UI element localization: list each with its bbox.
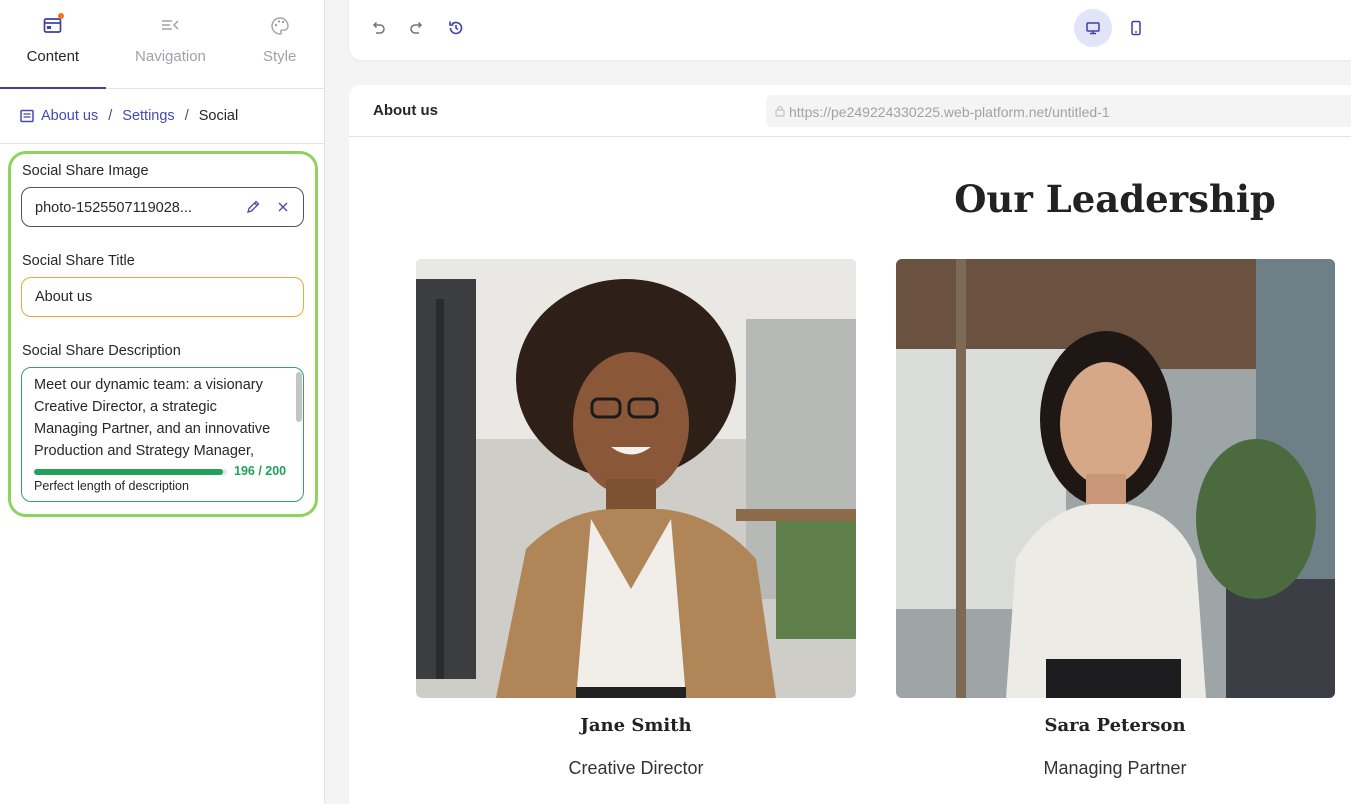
close-icon[interactable] bbox=[275, 199, 291, 215]
tab-content-label: Content bbox=[26, 48, 80, 65]
editor-toolbar bbox=[349, 0, 1351, 60]
character-progress-bar bbox=[34, 469, 227, 475]
breadcrumb-settings[interactable]: Settings bbox=[122, 108, 174, 124]
desktop-view-button[interactable] bbox=[1074, 9, 1112, 47]
page-icon bbox=[20, 109, 34, 123]
tab-navigation-label: Navigation bbox=[135, 48, 206, 65]
social-title-value: About us bbox=[35, 289, 93, 305]
editor-tabs: Content Navigation Style bbox=[0, 0, 324, 89]
social-description-textarea[interactable]: Meet our dynamic team: a visionary Creat… bbox=[21, 367, 304, 502]
section-heading: Our Leadership bbox=[954, 177, 1276, 221]
social-settings-panel: Social Share Image photo-1525507119028..… bbox=[8, 151, 318, 517]
url-text: https://pe249224330225.web-platform.net/… bbox=[789, 104, 1110, 120]
person-role: Managing Partner bbox=[1043, 758, 1187, 778]
description-hint: Perfect length of description bbox=[34, 479, 189, 493]
page-preview: About us https://pe249224330225.web-plat… bbox=[349, 85, 1351, 804]
scrollbar[interactable] bbox=[294, 368, 303, 458]
tab-style[interactable]: Style bbox=[235, 0, 324, 88]
redo-icon[interactable] bbox=[407, 18, 427, 38]
preview-header: About us https://pe249224330225.web-plat… bbox=[349, 85, 1351, 137]
breadcrumb-social: Social bbox=[198, 108, 239, 124]
url-bar[interactable]: https://pe249224330225.web-platform.net/… bbox=[766, 95, 1351, 127]
content-icon bbox=[42, 13, 64, 36]
person-role: Creative Director bbox=[568, 758, 704, 778]
edit-icon[interactable] bbox=[245, 199, 261, 215]
editor-sidebar: Content Navigation Style About us / Sett… bbox=[0, 0, 325, 804]
breadcrumb: About us / Settings / Social bbox=[0, 89, 324, 144]
social-title-input[interactable]: About us bbox=[21, 277, 304, 317]
breadcrumb-separator: / bbox=[108, 108, 113, 124]
undo-icon[interactable] bbox=[368, 18, 388, 38]
preview-page-title: About us bbox=[373, 102, 438, 119]
lock-icon bbox=[775, 105, 785, 117]
social-image-label: Social Share Image bbox=[22, 163, 149, 179]
tab-navigation[interactable]: Navigation bbox=[106, 0, 236, 88]
mobile-icon bbox=[1131, 20, 1141, 36]
social-image-field[interactable]: photo-1525507119028... bbox=[21, 187, 304, 227]
social-image-value: photo-1525507119028... bbox=[35, 200, 192, 216]
tab-style-label: Style bbox=[262, 48, 297, 65]
social-description-label: Social Share Description bbox=[22, 343, 181, 359]
breadcrumb-separator: / bbox=[184, 108, 189, 124]
social-title-label: Social Share Title bbox=[22, 253, 135, 269]
tab-content[interactable]: Content bbox=[0, 0, 106, 89]
desktop-icon bbox=[1086, 22, 1100, 35]
mobile-view-button[interactable] bbox=[1117, 9, 1155, 47]
person-name: Sara Peterson bbox=[1044, 715, 1186, 736]
person-name: Jane Smith bbox=[580, 715, 692, 736]
team-photo-sara-peterson bbox=[896, 259, 1335, 698]
breadcrumb-about-us[interactable]: About us bbox=[41, 108, 98, 124]
navigation-icon bbox=[159, 16, 181, 36]
history-icon[interactable] bbox=[446, 18, 466, 38]
social-description-value: Meet our dynamic team: a visionary Creat… bbox=[34, 377, 271, 459]
team-photo-jane-smith bbox=[416, 259, 856, 698]
notification-dot bbox=[57, 13, 64, 19]
palette-icon bbox=[269, 16, 291, 36]
character-count: 196 / 200 bbox=[234, 464, 287, 478]
